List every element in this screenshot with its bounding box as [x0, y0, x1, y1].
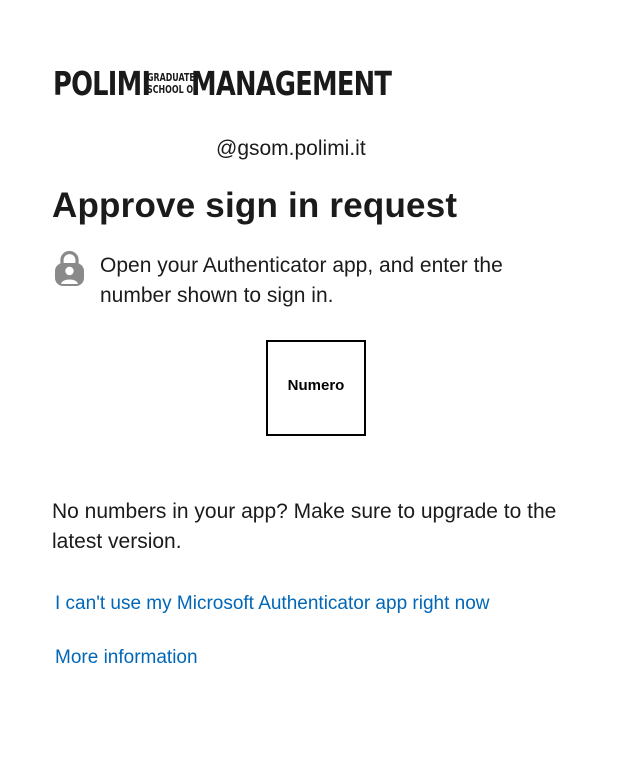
logo-polimi-text: POLIMI	[53, 64, 151, 103]
sign-in-page: POLIMI GRADUATE SCHOOL OF MANAGEMENT @gs…	[0, 0, 642, 781]
account-email: @gsom.polimi.it	[216, 137, 366, 160]
logo-school-of-text: SCHOOL OF	[147, 83, 199, 96]
more-information-link[interactable]: More information	[55, 647, 198, 669]
instruction-row: Open your Authenticator app, and enter t…	[53, 251, 593, 311]
logo-school-text: GRADUATE SCHOOL OF	[147, 72, 199, 96]
number-match-box: Numero	[266, 340, 366, 436]
polimi-gsom-logo: POLIMI GRADUATE SCHOOL OF MANAGEMENT	[53, 66, 448, 102]
instruction-text: Open your Authenticator app, and enter t…	[100, 254, 503, 307]
lock-person-icon	[55, 251, 84, 286]
page-title: Approve sign in request	[52, 186, 458, 225]
number-match-value: Numero	[287, 376, 345, 394]
logo-management-text: MANAGEMENT	[191, 64, 392, 103]
upgrade-note: No numbers in your app? Make sure to upg…	[52, 500, 557, 553]
cant-use-authenticator-link[interactable]: I can't use my Microsoft Authenticator a…	[55, 593, 490, 615]
